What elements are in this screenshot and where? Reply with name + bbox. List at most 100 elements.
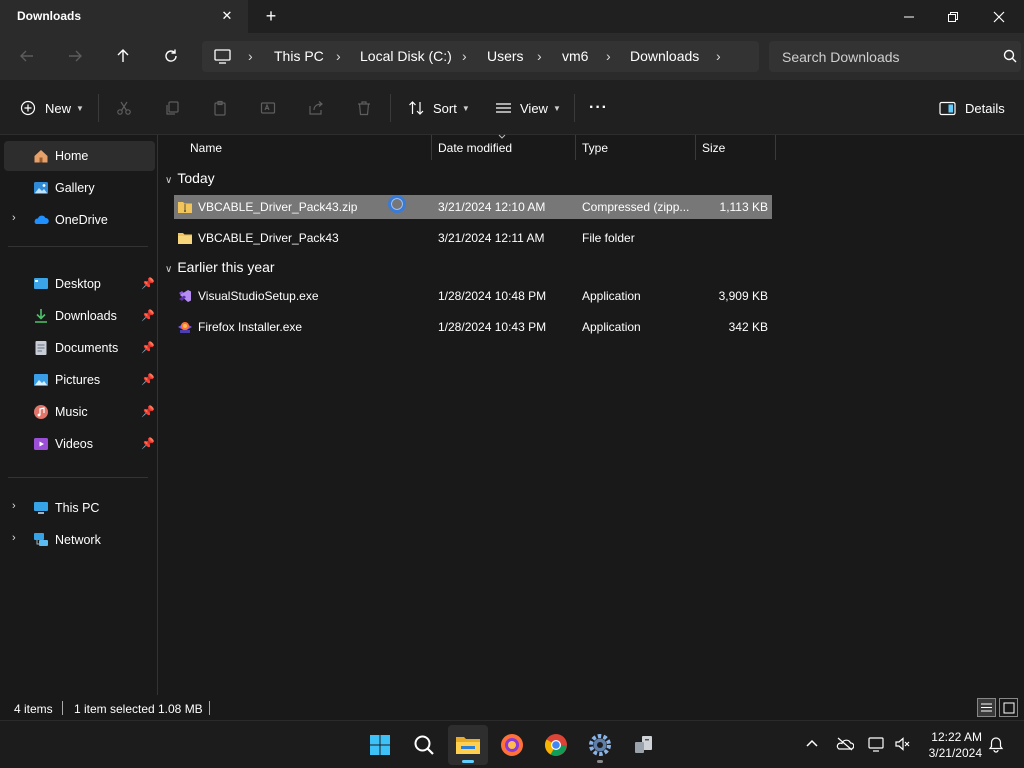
sidebar-item-desktop[interactable]: Desktop 📌 [4,269,155,299]
sidebar-item-label: Pictures [55,373,101,387]
taskbar-search-button[interactable] [404,725,444,765]
pin-icon[interactable]: 📌 [141,373,155,386]
cut-button[interactable] [116,96,132,120]
minimize-icon [904,16,914,17]
file-row[interactable]: VBCABLE_Driver_Pack43 3/21/2024 12:11 AM… [174,226,772,250]
breadcrumb-separator[interactable]: › [537,48,542,64]
breadcrumb-separator[interactable]: › [336,48,341,64]
breadcrumb-local-disk[interactable]: Local Disk (C:) [360,48,452,64]
sort-button[interactable]: Sort ▼ [408,96,470,120]
file-row[interactable]: Firefox Installer.exe 1/28/2024 10:43 PM… [174,315,772,339]
tab-close-icon[interactable]: ✕ [218,7,236,25]
close-window-button[interactable] [976,0,1022,33]
sidebar-item-gallery[interactable]: Gallery [4,173,155,203]
tiles-view-button[interactable] [999,698,1018,717]
paste-button[interactable] [212,96,228,120]
column-header-size[interactable]: Size [696,135,776,160]
onedrive-offline-icon[interactable] [836,737,854,751]
sidebar-item-network[interactable]: › Network [4,525,155,555]
file-row[interactable]: VisualStudioSetup.exe 1/28/2024 10:48 PM… [174,284,772,308]
breadcrumb-separator[interactable]: › [716,48,721,64]
refresh-button[interactable] [158,43,184,69]
maximize-button[interactable] [930,0,976,33]
taskbar-firefox[interactable] [492,725,532,765]
taskbar-chrome[interactable] [536,725,576,765]
column-header-type[interactable]: Type [576,135,696,160]
pin-icon[interactable]: 📌 [141,341,155,354]
taskbar-file-explorer[interactable] [448,725,488,765]
rename-button[interactable] [260,96,276,120]
breadcrumb-this-pc[interactable]: This PC [274,48,324,64]
gallery-icon [34,182,48,194]
column-header-date[interactable]: Date modified [432,134,576,160]
sidebar-item-label: Music [55,405,88,419]
copy-button[interactable] [164,96,180,120]
view-button[interactable]: View ▼ [495,96,561,120]
breadcrumb-vm6[interactable]: vm6 [562,48,588,64]
busy-cursor-icon [388,195,406,213]
group-header-earlier-this-year[interactable]: ∨ Earlier this year [165,259,275,275]
plus-circle-icon [20,100,36,116]
taskbar-network-share[interactable] [624,725,664,765]
pin-icon[interactable]: 📌 [141,277,155,290]
breadcrumb-users[interactable]: Users [487,48,524,64]
share-button[interactable] [308,96,324,120]
chevron-up-icon[interactable] [806,739,818,747]
sidebar-item-onedrive[interactable]: › OneDrive [4,205,155,235]
column-header-name[interactable]: Name [184,135,432,160]
volume-muted-icon[interactable] [894,736,912,752]
search-icon[interactable] [1002,48,1018,64]
forward-button[interactable] [62,43,88,69]
search-placeholder[interactable]: Search Downloads [782,49,900,65]
chevron-right-icon[interactable]: › [12,212,16,224]
sidebar-item-this-pc[interactable]: › This PC [4,493,155,523]
breadcrumb-separator[interactable]: › [606,48,611,64]
pin-icon[interactable]: 📌 [141,437,155,450]
sidebar-item-home[interactable]: Home [4,141,155,171]
sidebar-item-label: Documents [55,341,119,355]
pin-icon[interactable]: 📌 [141,405,155,418]
column-divider[interactable] [775,135,776,160]
file-size: 1,113 KB [719,200,768,214]
file-row[interactable]: VBCABLE_Driver_Pack43.zip 3/21/2024 12:1… [174,195,772,219]
delete-button[interactable] [356,96,372,120]
details-view-icon [981,703,992,712]
tab-downloads[interactable]: Downloads ✕ [0,0,248,33]
network-share-icon [635,736,652,753]
sidebar-item-videos[interactable]: Videos 📌 [4,429,155,459]
breadcrumb-separator[interactable]: › [462,48,467,64]
sidebar-item-music[interactable]: Music 📌 [4,397,155,427]
taskbar-settings[interactable] [580,725,620,765]
breadcrumb-separator[interactable]: › [248,48,253,64]
sidebar-item-documents[interactable]: Documents 📌 [4,333,155,363]
more-options-button[interactable]: ··· [589,96,608,120]
network-status-icon[interactable] [868,736,886,752]
details-pane-button[interactable]: Details [939,96,1005,120]
details-view-button[interactable] [977,698,996,717]
arrow-right-icon [69,50,82,62]
system-clock[interactable]: 12:22 AM 3/21/2024 [929,729,982,761]
file-list: Name Date modified Type Size ∨ Today VBCA… [159,134,1024,695]
pin-icon[interactable]: 📌 [141,309,155,322]
search-box[interactable]: Search Downloads [769,41,1021,72]
address-bar[interactable]: › This PC › Local Disk (C:) › Users › vm… [202,41,759,72]
minimize-button[interactable] [886,0,932,33]
chevron-down-icon: ∨ [165,175,173,186]
up-button[interactable] [110,43,136,69]
chevron-down-icon: ∨ [165,264,173,275]
file-type: File folder [582,231,635,245]
start-button[interactable] [360,725,400,765]
sidebar-item-downloads[interactable]: Downloads 📌 [4,301,155,331]
chevron-right-icon[interactable]: › [12,532,16,544]
group-header-today[interactable]: ∨ Today [165,170,215,186]
file-size: 342 KB [728,320,768,334]
download-arrow-icon [35,309,47,323]
new-tab-button[interactable]: + [261,6,281,26]
new-button[interactable]: New ▼ [20,96,84,120]
back-button[interactable] [14,43,40,69]
rename-icon [260,102,276,114]
notification-bell-icon[interactable] [988,736,1004,753]
breadcrumb-downloads[interactable]: Downloads [630,48,699,64]
chevron-right-icon[interactable]: › [12,500,16,512]
sidebar-item-pictures[interactable]: Pictures 📌 [4,365,155,395]
